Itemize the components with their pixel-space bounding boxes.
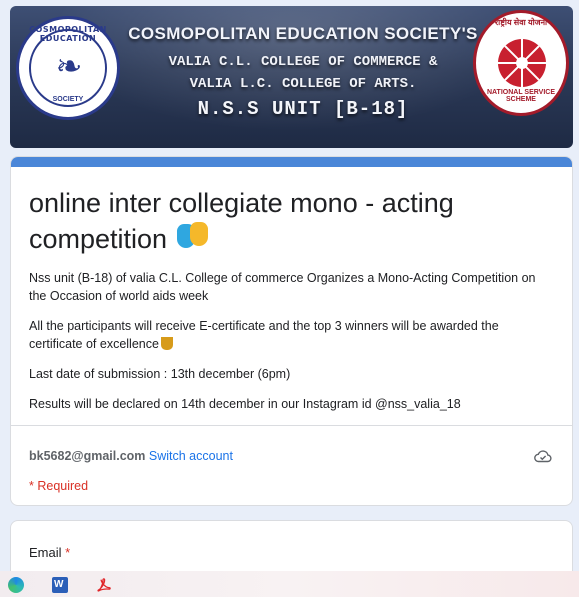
description-line: Nss unit (B-18) of valia C.L. College of…: [29, 271, 536, 303]
nss-logo-bottom-text: NATIONAL SERVICE SCHEME: [486, 89, 556, 103]
account-info: bk5682@gmail.com Switch account: [29, 449, 233, 463]
form-title: online inter collegiate mono - acting co…: [29, 185, 549, 257]
description-line: Results will be declared on 14th decembe…: [29, 397, 461, 411]
theater-masks-icon: [176, 222, 209, 252]
word-icon[interactable]: W: [52, 577, 68, 593]
society-logo-bottom-text: SOCIETY: [52, 96, 84, 103]
divider: [11, 425, 572, 426]
switch-account-link[interactable]: Switch account: [149, 449, 233, 463]
required-note: * Required: [29, 479, 89, 493]
society-logo: COSMOPOLITAN EDUCATION ❧ SOCIETY: [16, 16, 120, 120]
taskbar: W: [0, 571, 579, 597]
banner-unit: N.S.S UNIT [B-18]: [197, 98, 409, 120]
accent-bar: [11, 157, 572, 167]
form-description: Nss unit (B-18) of valia C.L. College of…: [29, 269, 554, 413]
trophy-icon: [160, 337, 173, 350]
nss-logo: राष्ट्रीय सेवा योजना NATIONAL SERVICE SC…: [473, 10, 569, 116]
edge-icon[interactable]: [8, 577, 24, 593]
banner-title: COSMOPOLITAN EDUCATION SOCIETY'S: [128, 24, 478, 43]
swan-icon: ❧: [55, 48, 83, 84]
cloud-icon[interactable]: [534, 449, 552, 463]
header-banner: COSMOPOLITAN EDUCATION ❧ SOCIETY COSMOPO…: [10, 6, 573, 148]
form-title-text: online inter collegiate mono - acting co…: [29, 188, 454, 254]
email-question-label: Email *: [29, 545, 71, 560]
description-line: Last date of submission : 13th december …: [29, 367, 291, 381]
form-header-card: online inter collegiate mono - acting co…: [10, 156, 573, 506]
society-logo-top-text: COSMOPOLITAN EDUCATION: [29, 25, 107, 43]
nss-logo-top-text: राष्ट्रीय सेवा योजना: [494, 18, 548, 27]
pdf-icon[interactable]: [96, 577, 112, 593]
account-email: bk5682@gmail.com: [29, 449, 146, 463]
required-asterisk: *: [65, 545, 71, 560]
banner-college-commerce: VALIA C.L. COLLEGE OF COMMERCE &: [168, 54, 438, 70]
description-line: All the participants will receive E-cert…: [29, 319, 499, 351]
banner-college-arts: VALIA L.C. COLLEGE OF ARTS.: [189, 76, 417, 92]
